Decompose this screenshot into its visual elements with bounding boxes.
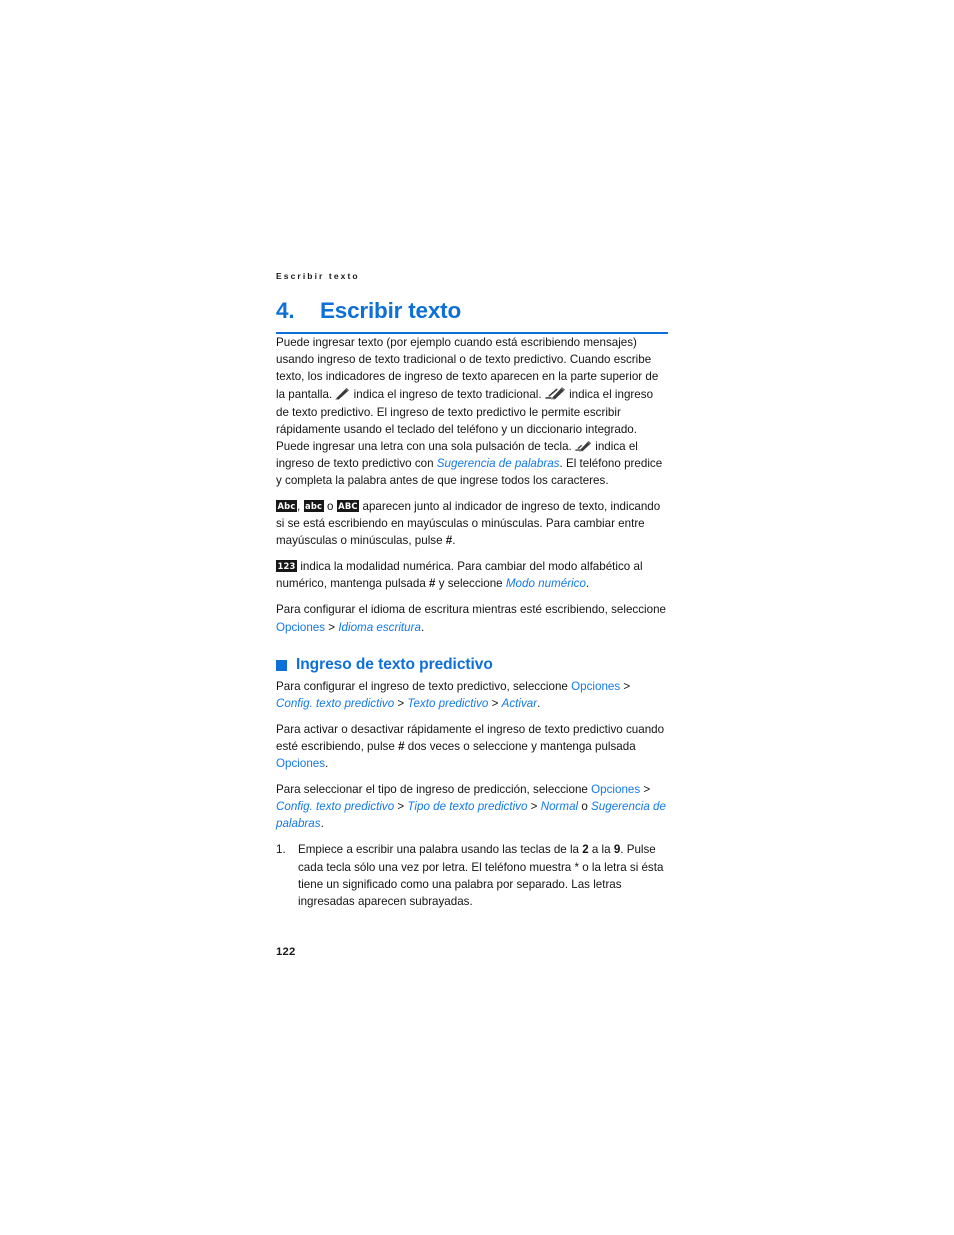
section-heading-text: Ingreso de texto predictivo	[296, 655, 493, 673]
writing-language-paragraph: Para configurar el idioma de escritura m…	[276, 601, 668, 635]
page-content: Escribir texto 4. Escribir texto Puede i…	[276, 272, 668, 910]
running-head: Escribir texto	[276, 271, 360, 281]
toggle-predictive-paragraph: Para activar o desactivar rápidamente el…	[276, 721, 668, 772]
conf-text-5: .	[537, 696, 541, 710]
step-text-1: Empiece a escribir una palabra usando la…	[298, 843, 583, 857]
square-bullet-icon	[276, 659, 287, 671]
link-opciones-3[interactable]: Opciones	[276, 757, 325, 770]
link-normal[interactable]: Normal	[541, 800, 578, 813]
conf-text-1: Para configurar el ingreso de texto pred…	[276, 679, 572, 693]
link-idioma-escritura[interactable]: Idioma escritura	[338, 621, 421, 634]
conf-sep-3: >	[488, 696, 502, 710]
link-config-texto-predictivo-2[interactable]: Config. texto predictivo	[276, 800, 394, 813]
step-body: Empiece a escribir una palabra usando la…	[298, 841, 668, 909]
link-tipo-de-texto-predictivo[interactable]: Tipo de texto predictivo	[407, 800, 527, 813]
type-sep-4: o	[578, 800, 592, 814]
type-sep-3: >	[527, 800, 541, 814]
toggle-text-3: .	[325, 757, 329, 771]
type-text-6: .	[320, 817, 324, 831]
link-activar[interactable]: Activar	[502, 697, 538, 710]
predictive-text-pen-large-icon	[545, 385, 566, 401]
link-opciones-2[interactable]: Opciones	[571, 680, 620, 693]
link-texto-predictivo[interactable]: Texto predictivo	[407, 697, 488, 710]
badge-123-numeric: 123	[276, 560, 298, 573]
lang-sep-1: >	[325, 620, 339, 634]
lang-text-3: .	[420, 620, 425, 634]
conf-sep-2: >	[394, 696, 408, 710]
page-number: 122	[276, 946, 296, 958]
conf-sep-1: >	[620, 679, 631, 693]
type-text-1: Para seleccionar el tipo de ingreso de p…	[276, 783, 592, 797]
type-sep-1: >	[640, 783, 651, 797]
badge-abc-upper: ABC	[336, 499, 360, 512]
chapter-number: 4.	[276, 297, 295, 323]
link-opciones-4[interactable]: Opciones	[591, 783, 640, 796]
numeric-text-2: y seleccione	[435, 577, 506, 591]
step-marker: 1.	[276, 843, 286, 857]
link-sugerencia-de-palabras[interactable]: Sugerencia de palabras	[437, 457, 560, 470]
section-heading-predictive-text: Ingreso de texto predictivo	[276, 656, 668, 673]
prediction-type-paragraph: Para seleccionar el tipo de ingreso de p…	[276, 781, 668, 832]
page-title: 4. Escribir texto	[276, 297, 668, 323]
step-text-2: a la	[588, 843, 614, 857]
numeric-text-3: .	[585, 577, 590, 591]
chapter-title-text: Escribir texto	[320, 297, 462, 323]
case-text-2: .	[452, 534, 456, 548]
link-modo-numerico[interactable]: Modo numérico	[506, 577, 586, 590]
badge-abc-mixed: Abc	[276, 499, 298, 512]
numeric-mode-paragraph: 123 indica la modalidad numérica. Para c…	[276, 558, 668, 592]
configure-predictive-paragraph: Para configurar el ingreso de texto pred…	[276, 678, 668, 712]
link-opciones-1[interactable]: Opciones	[276, 621, 325, 634]
pen-nib-icon	[335, 387, 350, 401]
toggle-text-2: dos veces o seleccione y mantenga pulsad…	[404, 739, 636, 753]
intro-paragraph: Puede ingresar texto (por ejemplo cuando…	[276, 334, 668, 489]
intro-text-2: indica el ingreso de texto tradicional.	[350, 388, 545, 402]
case-sep-2: o	[323, 499, 337, 513]
list-item: 1. Empiece a escribir una palabra usando…	[276, 841, 668, 909]
badge-abc-lower: abc	[303, 499, 324, 512]
type-sep-2: >	[394, 800, 408, 814]
predictive-text-pen-small-icon	[575, 439, 592, 452]
link-config-texto-predictivo-1[interactable]: Config. texto predictivo	[276, 697, 394, 710]
lang-text-1: Para configurar el idioma de escritura m…	[276, 603, 666, 617]
steps-list: 1. Empiece a escribir una palabra usando…	[276, 841, 668, 909]
case-indicators-paragraph: Abc, abc o ABC aparecen junto al indicad…	[276, 498, 668, 549]
